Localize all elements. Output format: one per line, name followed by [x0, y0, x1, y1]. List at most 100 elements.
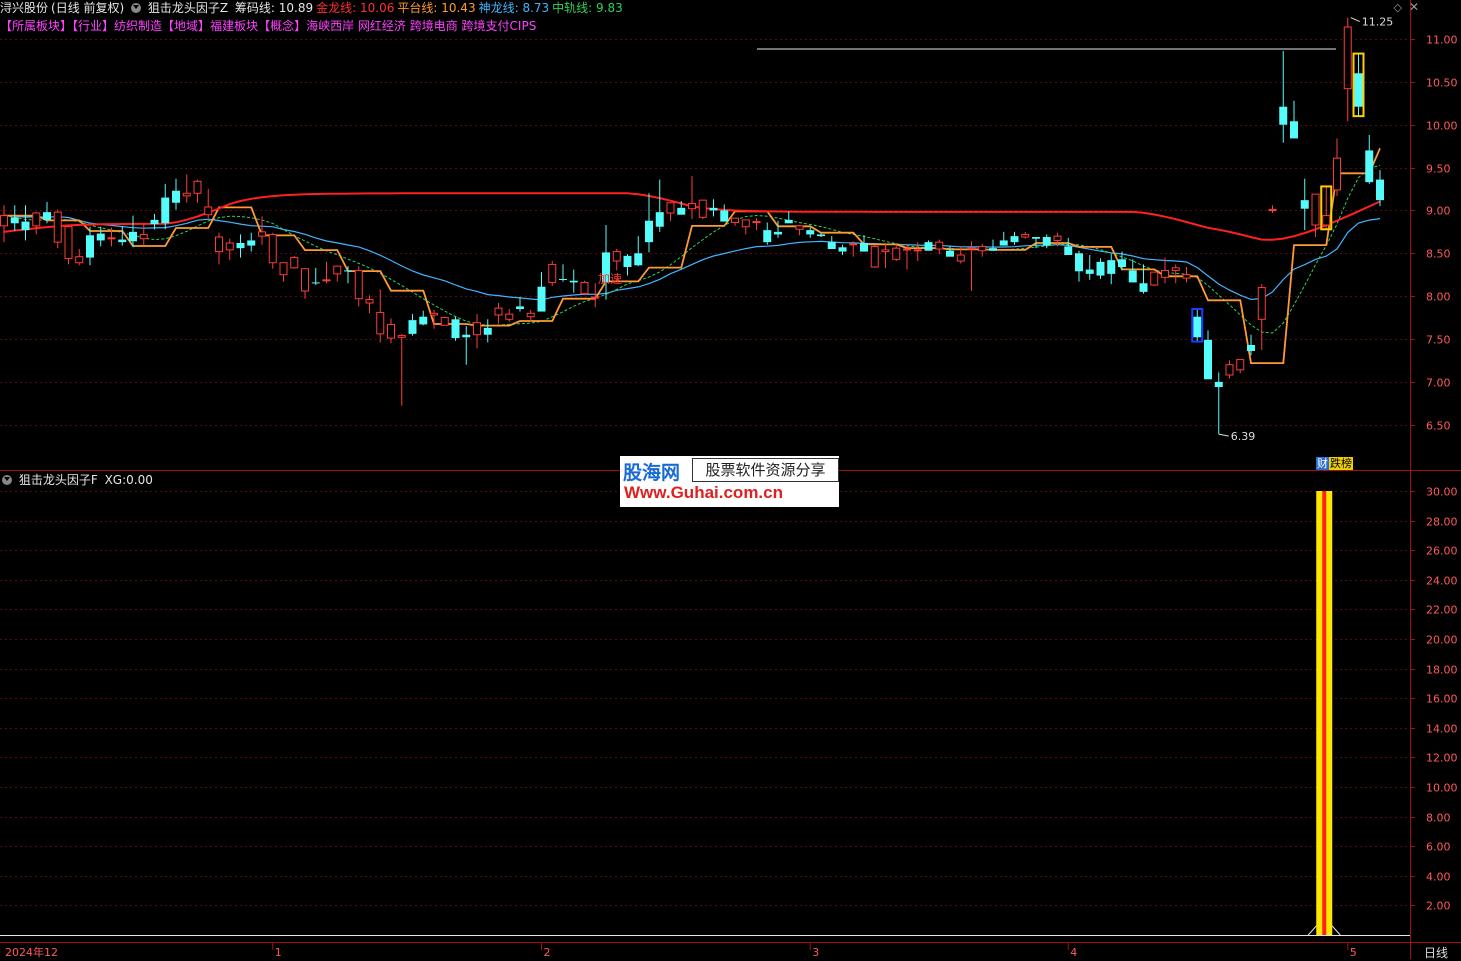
candle-body: [1118, 259, 1126, 267]
candle-body: [1053, 235, 1062, 241]
candle-body: [677, 207, 686, 215]
candle-body: [978, 245, 987, 252]
x-tick-label: 3: [812, 946, 819, 959]
candle-body: [419, 316, 428, 325]
candle-body: [1032, 237, 1040, 239]
y-tick-label: 9.00: [1426, 205, 1451, 218]
industry-tag: 【行业】: [72, 19, 115, 33]
candle-body: [688, 203, 696, 210]
concept-tag: 【概念】: [258, 19, 307, 33]
y-tick-label: 2.00: [1426, 900, 1451, 913]
candle-body: [1290, 121, 1298, 139]
candle-body: [1279, 106, 1288, 125]
candle-body: [139, 233, 148, 240]
candle-body: [645, 220, 653, 243]
candle-body: [913, 249, 922, 252]
candle-body: [387, 323, 395, 339]
candle-body: [1322, 215, 1331, 226]
low-label: 6.39: [1231, 430, 1256, 443]
y-tick-label: 30.00: [1426, 486, 1458, 499]
period-label[interactable]: 日线: [1424, 944, 1448, 961]
y-tick-label: 11.00: [1426, 34, 1458, 47]
candle-body: [924, 242, 933, 251]
concept-values[interactable]: 海峡西岸 网红经济 跨境电商 跨境支付CIPS: [306, 19, 536, 33]
indicator-line-label: 金龙线:: [316, 1, 357, 15]
badge-a: 财: [1316, 457, 1329, 470]
candle-body: [1193, 316, 1202, 338]
candle-body: [698, 199, 707, 218]
candle-body: [999, 240, 1008, 246]
y-tick-label: 6.00: [1426, 841, 1451, 854]
y-tick-label: 22.00: [1426, 604, 1458, 617]
candle-body: [1365, 150, 1374, 183]
diamond-icon[interactable]: ◇: [1394, 1, 1402, 14]
candle-body: [881, 249, 890, 253]
candle-body: [397, 335, 406, 338]
indicator-line-value: 10.89: [274, 1, 314, 15]
region-tag: 【地域】: [162, 19, 211, 33]
candle-body: [204, 206, 213, 216]
y-tick-label: 8.00: [1426, 812, 1451, 825]
candle-body: [236, 243, 245, 249]
candle-body: [75, 256, 84, 264]
candle-body: [559, 279, 567, 280]
low-pointer: [1218, 433, 1229, 437]
candle-body: [935, 241, 944, 250]
candle-body: [623, 255, 632, 267]
main-chart-header: 浔兴股份 (日线 前复权) 狙击龙头因子Z 筹码线: 10.89 金龙线: 10.0…: [0, 0, 629, 16]
candle-body: [440, 317, 449, 326]
high-pointer: [1350, 17, 1360, 23]
candle-body: [763, 230, 772, 243]
stock-name[interactable]: 浔兴股份: [0, 1, 48, 15]
dropdown-icon[interactable]: [131, 3, 142, 13]
sub-indicator-name[interactable]: 狙击龙头因子F: [19, 473, 98, 487]
candle-body: [21, 221, 30, 231]
candle-body: [172, 190, 180, 203]
watermark-url: Www.Guhai.com.cn: [624, 483, 783, 502]
candle-body: [989, 248, 997, 251]
candle-body: [1300, 200, 1309, 209]
candle-body: [569, 280, 578, 283]
candle-body: [462, 334, 471, 338]
candle-body: [279, 262, 288, 276]
y-tick-label: 6.50: [1426, 420, 1451, 433]
candle-body: [483, 327, 492, 335]
x-tick-label: 2024年12: [5, 945, 58, 959]
candle-body: [709, 207, 718, 211]
industry-value[interactable]: 纺织制造: [114, 19, 162, 33]
indicator-line-value: 10.43: [437, 1, 476, 15]
close-icon[interactable]: ✕: [1409, 0, 1419, 14]
candle-body: [1333, 157, 1341, 191]
candle-body: [741, 219, 750, 228]
signal-bar-core: [1322, 491, 1327, 935]
y-tick-label: 7.50: [1426, 334, 1451, 347]
accel-label: 加速: [598, 272, 622, 286]
candle-body: [849, 243, 858, 246]
candle-body: [182, 192, 191, 197]
candle-body: [1075, 253, 1083, 272]
candle-body: [1204, 339, 1212, 380]
rank-badge[interactable]: 财跌榜: [1316, 457, 1353, 470]
chart-mode: (日线 前复权): [51, 1, 125, 15]
candle-body: [1064, 246, 1073, 255]
candle-body: [451, 319, 460, 339]
dropdown-icon[interactable]: [2, 475, 12, 485]
candle-body: [53, 211, 62, 243]
candle-body: [10, 217, 19, 224]
candle-body: [1010, 236, 1019, 243]
candle-body: [903, 248, 911, 251]
candle-body: [322, 279, 331, 282]
candle-body: [430, 312, 438, 316]
indicator-name[interactable]: 狙击龙头因子Z: [148, 1, 228, 15]
y-tick-label: 10.50: [1426, 77, 1458, 90]
candle-body: [1085, 269, 1094, 274]
candle-body: [344, 270, 352, 272]
candle-body: [1096, 261, 1105, 276]
x-tick-label: 1: [275, 946, 282, 959]
indicator-line-value: 10.06: [356, 1, 395, 15]
y-tick-label: 28.00: [1426, 516, 1458, 529]
candle-body: [1171, 267, 1180, 271]
candle-body: [612, 251, 621, 262]
candle-body: [107, 237, 116, 240]
region-value[interactable]: 福建板块: [210, 19, 258, 33]
